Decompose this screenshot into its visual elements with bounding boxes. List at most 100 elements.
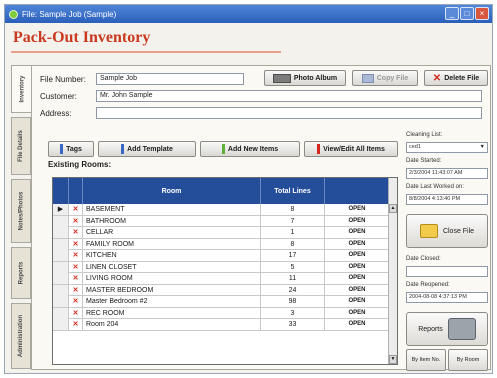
delete-row-x-icon[interactable]: ✕ [69, 307, 83, 319]
total-lines-cell: 3 [261, 307, 325, 319]
room-name-cell: Master Bedroom #2 [83, 296, 261, 307]
tags-button[interactable]: Tags [48, 141, 94, 157]
delete-row-x-icon[interactable]: ✕ [69, 204, 83, 215]
row-selector[interactable] [53, 250, 69, 261]
add-new-items-button[interactable]: Add New Items [200, 141, 300, 157]
tab-notes-photos[interactable]: Notes/Photos [11, 179, 31, 243]
room-name-cell: LIVING ROOM [83, 273, 261, 284]
side-tab-strip: Inventory File Details Notes/Photos Repo… [11, 65, 33, 370]
open-room-button[interactable]: OPEN [325, 319, 390, 330]
open-room-button[interactable]: OPEN [325, 227, 390, 238]
by-item-no-button[interactable]: By Item No. [406, 349, 446, 371]
app-icon [9, 9, 18, 19]
by-room-button[interactable]: By Room [448, 349, 488, 371]
room-name-cell: FAMILY ROOM [83, 238, 261, 250]
printer-icon [447, 318, 476, 340]
app-window: File: Sample Job (Sample) _ □ × Pack-Out… [4, 4, 493, 374]
table-scrollbar[interactable]: ▲ ▼ [388, 178, 397, 364]
cleaning-list-label: Cleaning List: [406, 132, 443, 138]
row-selector[interactable] [53, 238, 69, 250]
open-room-button[interactable]: OPEN [325, 215, 390, 227]
open-room-button[interactable]: OPEN [325, 307, 390, 319]
row-selector[interactable]: ▶ [53, 204, 69, 215]
row-selector[interactable] [53, 215, 69, 227]
table-row[interactable]: ✕ REC ROOM 3 OPEN [53, 307, 390, 319]
customer-field[interactable]: Mr. John Sample [96, 90, 482, 102]
delete-row-x-icon[interactable]: ✕ [69, 261, 83, 273]
scroll-up-arrow-icon[interactable]: ▲ [389, 204, 397, 213]
total-lines-cell: 5 [261, 261, 325, 273]
room-name-cell: BATHROOM [83, 215, 261, 227]
open-room-button[interactable]: OPEN [325, 284, 390, 296]
tab-administration[interactable]: Administration [11, 303, 31, 369]
table-row[interactable]: ✕ CELLAR 1 OPEN [53, 227, 390, 239]
total-lines-cell: 24 [261, 284, 325, 296]
delete-row-x-icon[interactable]: ✕ [69, 215, 83, 227]
total-lines-cell: 7 [261, 215, 325, 227]
copy-file-button[interactable]: Copy File [352, 70, 418, 86]
view-items-icon [317, 144, 321, 154]
table-row[interactable]: ✕ Master Bedroom #2 98 OPEN [53, 296, 390, 308]
delete-row-x-icon[interactable]: ✕ [69, 319, 83, 330]
table-row[interactable]: ▶ ✕ BASEMENT 8 OPEN [53, 204, 390, 216]
minimize-button[interactable]: _ [445, 7, 459, 20]
table-row[interactable]: ✕ MASTER BEDROOM 24 OPEN [53, 284, 390, 296]
column-header-total-lines[interactable]: Total Lines [261, 178, 325, 204]
delete-row-x-icon[interactable]: ✕ [69, 273, 83, 284]
date-reopened-label: Date Reopened: [406, 282, 450, 288]
open-room-button[interactable]: OPEN [325, 250, 390, 261]
total-lines-cell: 33 [261, 319, 325, 330]
reports-button[interactable]: Reports [406, 312, 488, 346]
total-lines-cell: 98 [261, 296, 325, 307]
address-field[interactable] [96, 107, 482, 119]
title-divider [11, 51, 281, 53]
maximize-button[interactable]: □ [460, 7, 474, 20]
date-last-worked-label: Date Last Worked on: [406, 184, 464, 190]
add-template-button[interactable]: Add Template [98, 141, 196, 157]
column-header-room[interactable]: Room [83, 178, 261, 204]
close-file-button[interactable]: Close File [406, 214, 488, 248]
open-room-button[interactable]: OPEN [325, 273, 390, 284]
cleaning-list-select[interactable]: ced1 ▼ [406, 142, 488, 153]
table-row[interactable]: ✕ BATHROOM 7 OPEN [53, 215, 390, 227]
open-room-button[interactable]: OPEN [325, 261, 390, 273]
table-row[interactable]: ✕ LIVING ROOM 11 OPEN [53, 273, 390, 285]
row-selector[interactable] [53, 307, 69, 319]
open-room-button[interactable]: OPEN [325, 296, 390, 307]
delete-row-x-icon[interactable]: ✕ [69, 250, 83, 261]
row-selector[interactable] [53, 319, 69, 330]
tab-inventory[interactable]: Inventory [11, 65, 33, 113]
file-number-field[interactable]: Sample Job [96, 73, 244, 85]
tab-reports[interactable]: Reports [11, 247, 31, 299]
row-selector[interactable] [53, 296, 69, 307]
view-edit-all-items-button[interactable]: View/Edit All Items [304, 141, 398, 157]
delete-x-icon: ✕ [432, 72, 442, 84]
date-reopened-field: 2004-08-08 4:37:13 PM [406, 292, 488, 303]
room-name-cell: CELLAR [83, 227, 261, 238]
table-row[interactable]: ✕ LINEN CLOSET 5 OPEN [53, 261, 390, 273]
table-row[interactable]: ✕ Room 204 33 OPEN [53, 319, 390, 331]
close-window-button[interactable]: × [475, 7, 489, 20]
table-row[interactable]: ✕ FAMILY ROOM 8 OPEN [53, 238, 390, 250]
room-name-cell: Room 204 [83, 319, 261, 330]
open-room-button[interactable]: OPEN [325, 204, 390, 215]
delete-row-x-icon[interactable]: ✕ [69, 227, 83, 238]
row-selector[interactable] [53, 227, 69, 238]
rooms-table: Room Total Lines ▶ ✕ BASEMENT 8 OPEN ✕ BATHROO… [52, 177, 398, 365]
tab-file-details[interactable]: File Details [11, 117, 31, 175]
row-selector[interactable] [53, 273, 69, 284]
row-selector[interactable] [53, 261, 69, 273]
inventory-panel: File Number: Sample Job Customer: Mr. Jo… [31, 65, 491, 371]
table-header: Room Total Lines [53, 178, 390, 204]
delete-file-button[interactable]: ✕ Delete File [424, 70, 488, 86]
table-row[interactable]: ✕ KITCHEN 17 OPEN [53, 250, 390, 262]
delete-row-x-icon[interactable]: ✕ [69, 284, 83, 296]
delete-row-x-icon[interactable]: ✕ [69, 238, 83, 250]
open-room-button[interactable]: OPEN [325, 238, 390, 250]
delete-row-x-icon[interactable]: ✕ [69, 296, 83, 307]
file-number-label: File Number: [40, 75, 86, 84]
photo-album-button[interactable]: Photo Album [264, 70, 346, 86]
row-selector[interactable] [53, 284, 69, 296]
page-title: Pack-Out Inventory [13, 29, 151, 46]
scroll-down-arrow-icon[interactable]: ▼ [389, 355, 397, 364]
